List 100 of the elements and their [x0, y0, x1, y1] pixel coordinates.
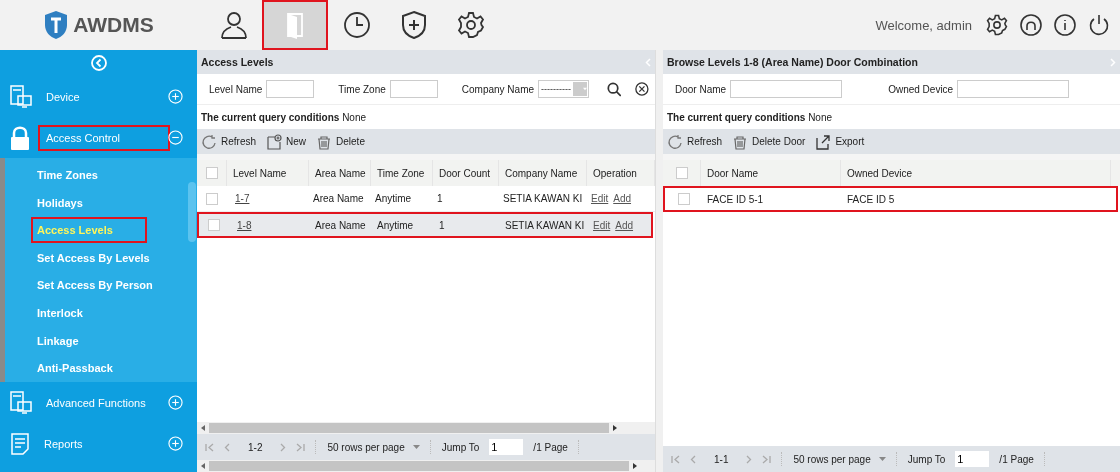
- nav-tab[interactable]: [262, 0, 328, 50]
- filter-input[interactable]: [389, 80, 438, 98]
- table-cell: FACE ID 5: [847, 193, 895, 205]
- first-page-icon[interactable]: [671, 454, 680, 464]
- row-checkbox[interactable]: [678, 193, 690, 205]
- table-cell: Area Name: [313, 193, 364, 204]
- page-input[interactable]: 1: [955, 451, 990, 467]
- caret-icon[interactable]: [878, 457, 886, 461]
- column-header[interactable]: Door Count: [433, 160, 499, 186]
- level-link[interactable]: 1-7: [235, 193, 250, 204]
- collapse-icon[interactable]: [90, 55, 107, 71]
- info-icon[interactable]: [1054, 14, 1076, 36]
- table-cell: Anytime: [375, 193, 412, 204]
- previous-page-icon[interactable]: [224, 442, 230, 452]
- panel-title: Browse Levels 1-8 (Area Name) Door Combination: [667, 56, 918, 68]
- refresh-button[interactable]: Refresh: [201, 133, 256, 150]
- filter-label: Company Name: [461, 83, 535, 95]
- person-icon[interactable]: [219, 10, 248, 40]
- last-page-icon[interactable]: [762, 454, 772, 464]
- gear-icon[interactable]: [456, 11, 485, 39]
- settings-icon[interactable]: [986, 14, 1008, 36]
- refresh-icon: [201, 133, 217, 150]
- filter-label: Door Name: [675, 83, 727, 95]
- page-input[interactable]: 1: [489, 439, 524, 455]
- table-cell: SETIA KAWAN KI: [503, 193, 583, 204]
- search-icon[interactable]: [606, 80, 622, 98]
- action-link[interactable]: Edit: [591, 193, 609, 204]
- filter-input[interactable]: [957, 80, 1070, 98]
- filter-input[interactable]: [730, 80, 843, 98]
- refresh-button[interactable]: Refresh: [667, 133, 722, 150]
- action-link[interactable]: Add: [615, 219, 634, 231]
- clear-icon[interactable]: [635, 81, 649, 97]
- toggle-icon[interactable]: [168, 130, 183, 145]
- column-header[interactable]: Door Name: [701, 160, 841, 186]
- device-icon: [10, 84, 32, 109]
- welcome-text: Welcome, admin: [875, 17, 972, 33]
- jump-to-label: Jump To: [441, 441, 480, 453]
- page-range: 1-1: [714, 453, 729, 465]
- lock-icon: [10, 125, 30, 150]
- jump-to-label: Jump To: [907, 453, 946, 465]
- toggle-icon[interactable]: [168, 89, 183, 104]
- query-conditions-text: The current query conditions None: [667, 111, 833, 123]
- action-link[interactable]: Edit: [593, 219, 611, 231]
- device-icon: [10, 390, 32, 415]
- export-icon: [815, 133, 832, 150]
- app-logo-text: AWDMS: [73, 13, 154, 37]
- shield-logo-icon: [43, 10, 70, 40]
- table-cell: 1: [439, 219, 445, 231]
- column-header[interactable]: Level Name: [227, 160, 309, 186]
- power-icon[interactable]: [1088, 14, 1110, 36]
- clock-icon[interactable]: [341, 10, 372, 40]
- caret-icon[interactable]: [412, 445, 420, 449]
- table-cell: Anytime: [377, 219, 414, 231]
- trash-icon: [732, 133, 748, 150]
- delete-button[interactable]: Delete Door: [732, 133, 806, 150]
- horizontal-scrollbar[interactable]: [197, 422, 655, 434]
- user-profile-icon[interactable]: [1020, 14, 1042, 36]
- page-total: /1 Page: [533, 441, 568, 453]
- table-cell: Area Name: [315, 219, 366, 231]
- select-all-checkbox[interactable]: [205, 167, 218, 179]
- level-link[interactable]: 1-8: [237, 219, 252, 231]
- row-checkbox[interactable]: [208, 219, 220, 231]
- query-conditions-text: The current query conditions None: [201, 111, 367, 123]
- previous-page-icon[interactable]: [690, 454, 696, 464]
- row-checkbox[interactable]: [206, 192, 218, 205]
- export-button[interactable]: Export: [815, 133, 865, 150]
- highlighted-row[interactable]: 1-8 Area Name Anytime 1 SETIA KAWAN KI Edit Add: [197, 212, 653, 238]
- shield-plus-icon[interactable]: [400, 10, 427, 40]
- select-all-checkbox[interactable]: [675, 167, 688, 179]
- table-cell: SETIA KAWAN KI: [505, 219, 585, 231]
- toggle-icon[interactable]: [168, 395, 183, 410]
- filter-label: Owned Device: [888, 83, 954, 95]
- new-document-icon: [266, 133, 282, 150]
- trash-icon: [316, 133, 333, 150]
- report-icon: [10, 431, 30, 456]
- table-cell: FACE ID 5-1: [707, 193, 764, 205]
- first-page-icon[interactable]: [205, 442, 214, 452]
- filter-dropdown[interactable]: ----------: [538, 80, 589, 98]
- column-header[interactable]: Owned Device: [841, 160, 1111, 186]
- delete-button[interactable]: Delete: [316, 133, 365, 150]
- action-link[interactable]: Add: [613, 193, 632, 204]
- filter-input[interactable]: [266, 80, 315, 98]
- column-header[interactable]: Time Zone: [371, 160, 433, 186]
- column-header[interactable]: Area Name: [309, 160, 371, 186]
- horizontal-scrollbar[interactable]: [197, 460, 655, 472]
- rows-per-page-dropdown[interactable]: 50 rows per page: [793, 453, 886, 465]
- rows-per-page-dropdown[interactable]: 50 rows per page: [327, 441, 420, 453]
- refresh-icon: [667, 133, 683, 150]
- toggle-icon[interactable]: [168, 436, 183, 451]
- filter-label: Level Name: [209, 83, 263, 95]
- new-button[interactable]: New: [266, 133, 307, 150]
- next-page-icon[interactable]: [280, 442, 287, 452]
- last-page-icon[interactable]: [296, 442, 306, 452]
- next-page-icon[interactable]: [746, 454, 753, 464]
- page-total: /1 Page: [999, 453, 1034, 465]
- page-range: 1-2: [248, 441, 263, 453]
- highlighted-row[interactable]: FACE ID 5-1 FACE ID 5: [663, 186, 1118, 212]
- panel-title: Access Levels: [201, 56, 274, 68]
- column-header[interactable]: Company Name: [499, 160, 587, 186]
- filter-label: Time Zone: [338, 83, 386, 95]
